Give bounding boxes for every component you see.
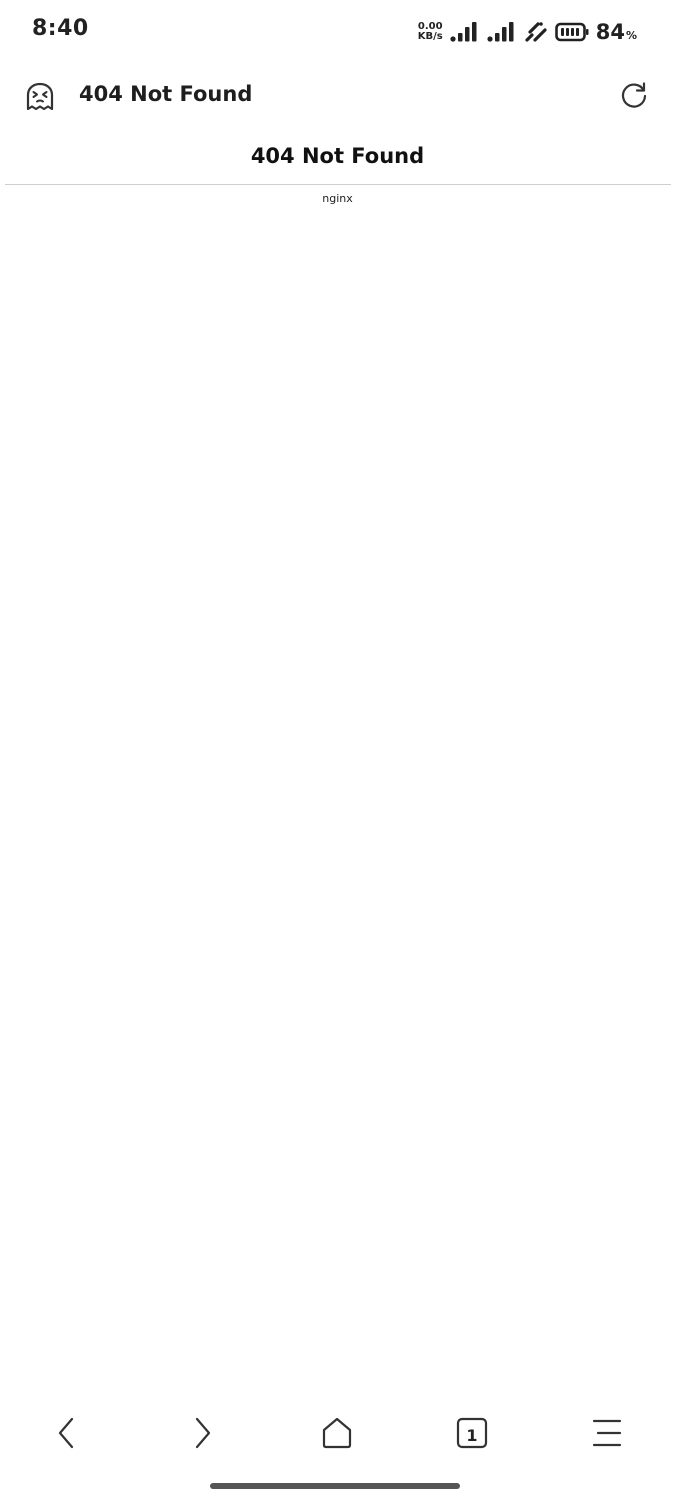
home-icon (320, 1416, 354, 1454)
battery-icon (554, 21, 589, 43)
battery-percent-value: 84 (595, 20, 625, 44)
status-bar: 8:40 0.00 KB/s 84 % (0, 0, 675, 62)
browser-toolbar: 404 Not Found (0, 70, 675, 124)
home-button[interactable] (317, 1415, 357, 1455)
tabs-button[interactable]: 1 (452, 1415, 492, 1455)
server-name: nginx (322, 192, 353, 205)
forward-button[interactable] (182, 1415, 222, 1455)
back-arrow-icon (55, 1416, 79, 1454)
bottom-navigation: 1 (0, 1402, 675, 1468)
network-speed-unit: KB/s (417, 31, 443, 42)
reload-icon (619, 80, 649, 114)
status-icons: 0.00 KB/s 84 % (418, 18, 637, 46)
signal-icon (450, 21, 480, 43)
wifi-icon (524, 21, 548, 43)
menu-icon (590, 1416, 624, 1454)
forward-arrow-icon (190, 1416, 214, 1454)
page-content: 404 Not Found nginx (0, 124, 675, 1394)
error-heading: 404 Not Found (250, 144, 425, 168)
home-indicator[interactable] (210, 1483, 460, 1489)
battery-percent-unit: % (625, 29, 637, 42)
status-time: 8:40 (32, 16, 89, 41)
page-title[interactable]: 404 Not Found (79, 82, 252, 106)
signal-icon (487, 21, 517, 43)
divider (5, 184, 671, 185)
menu-button[interactable] (587, 1415, 627, 1455)
battery-percent: 84 % (596, 20, 637, 44)
reload-button[interactable] (617, 80, 651, 114)
ghost-face-icon (24, 81, 56, 113)
back-button[interactable] (47, 1415, 87, 1455)
network-speed: 0.00 KB/s (418, 22, 443, 42)
tab-count: 1 (466, 1425, 478, 1445)
